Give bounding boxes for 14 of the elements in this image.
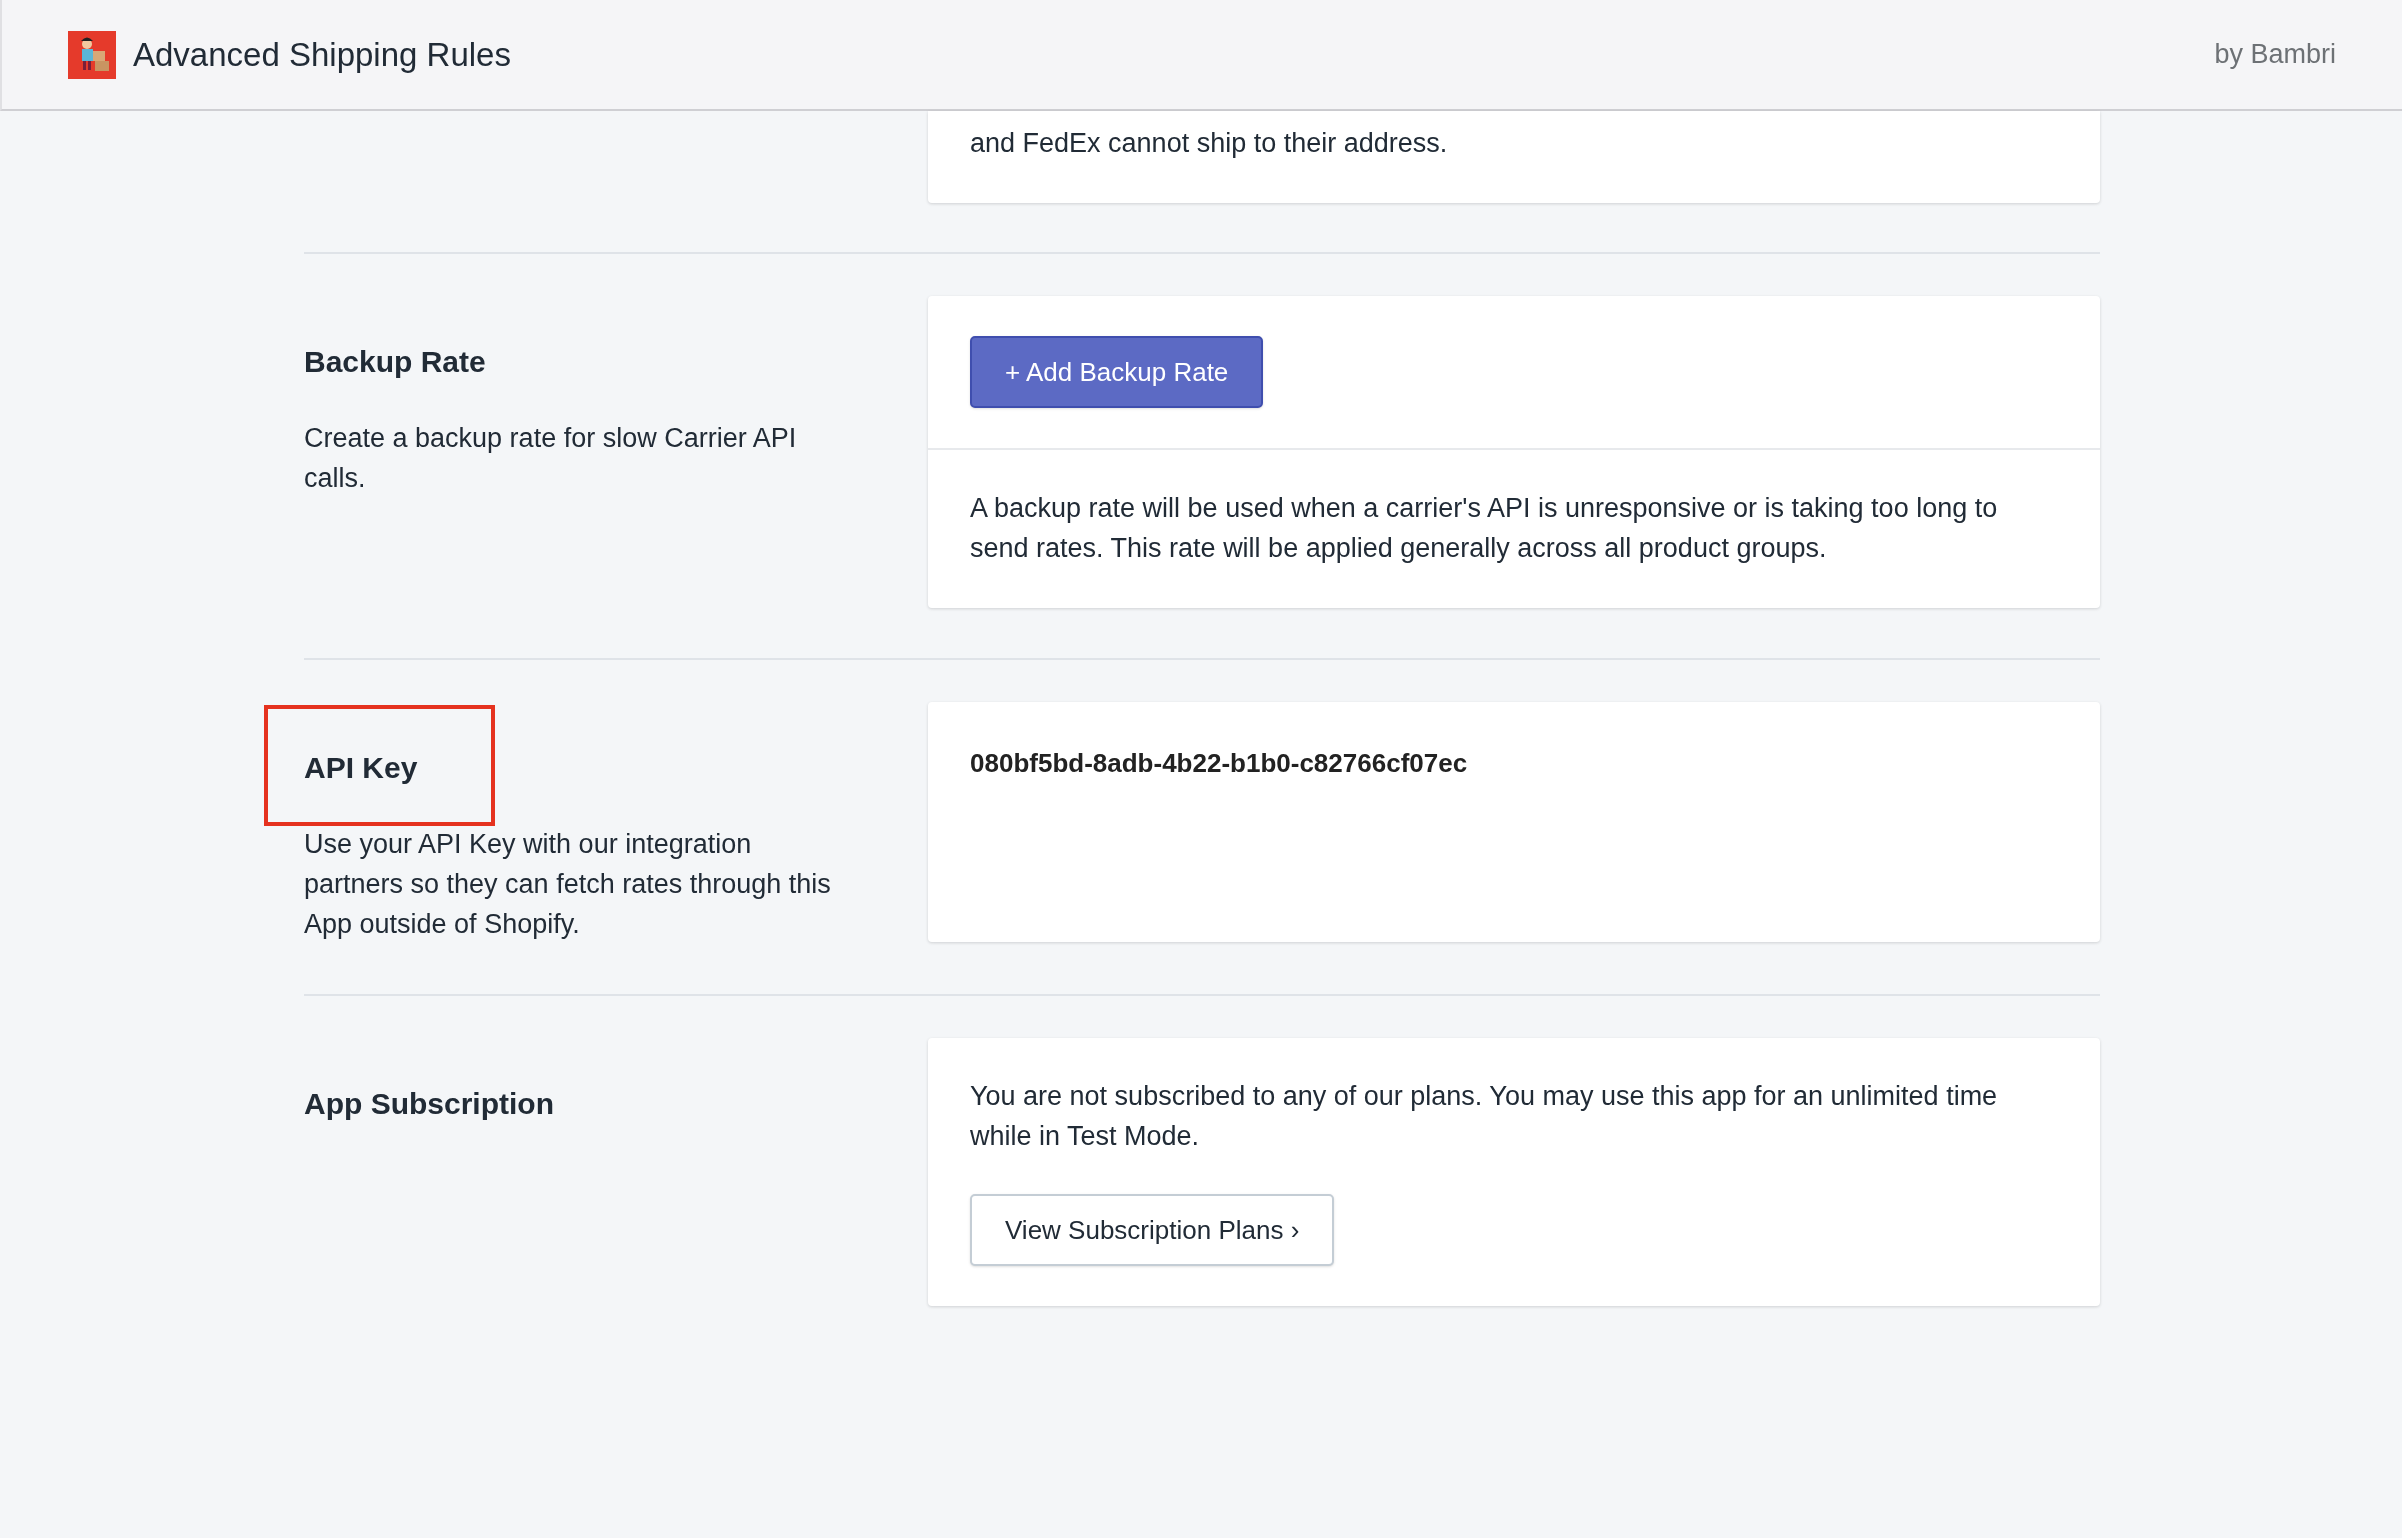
app-title: Advanced Shipping Rules: [133, 34, 511, 75]
logo-icon: [68, 30, 116, 79]
card-text: You are not subscribed to any of our plans. You may use this app for an unlimited time while in Test Mode.: [969, 1080, 1999, 1153]
card-text: A backup rate will be used when a carrier's API is unresponsive or is taking too long to send rates. This rate will be applied generally across all product groups.: [969, 492, 1999, 565]
section-heading: App Subscription: [304, 1086, 555, 1122]
view-plans-button[interactable]: View Subscription Plans ›: [970, 1194, 1335, 1266]
add-backup-rate-button[interactable]: + Add Backup Rate: [970, 336, 1264, 408]
section-heading: Backup Rate: [304, 344, 487, 380]
section-description: Use your API Key with our integration partners so they can fetch rates through this App outside of Shopify.: [304, 828, 832, 941]
byline: by Bambri: [2214, 38, 2336, 72]
api-key-text: 080bf5bd-8adb-4b22-b1b0-c82766cf07ec: [970, 748, 1468, 778]
section-description: Create a backup rate for slow Carrier API calls.: [304, 422, 798, 495]
card-text: and FedEx cannot ship to their address.: [969, 127, 1449, 160]
section-heading: API Key: [304, 750, 419, 786]
